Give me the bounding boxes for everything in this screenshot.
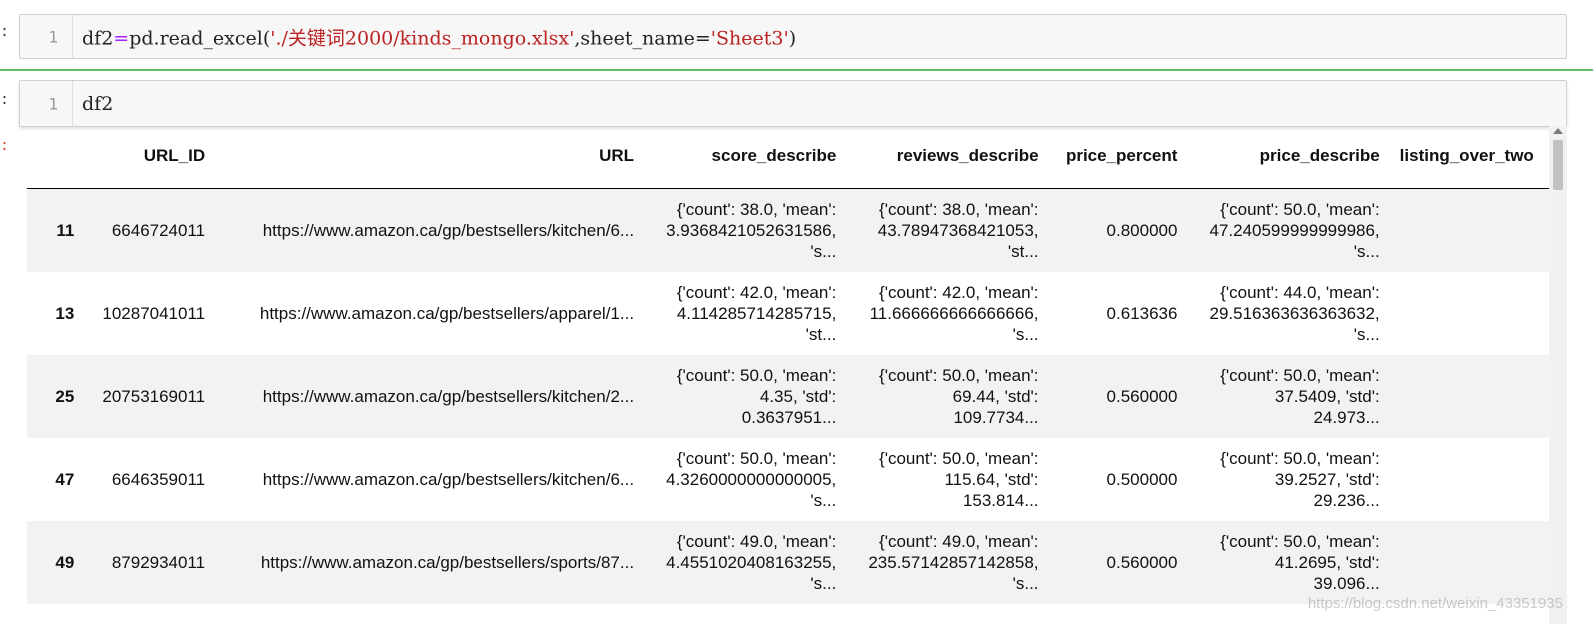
- cell-url: https://www.amazon.ca/gp/bestsellers/app…: [259, 304, 635, 323]
- line-gutter: 1: [20, 15, 73, 58]
- cell-url: https://www.amazon.ca/gp/bestsellers/kit…: [215, 355, 645, 438]
- column-header: reviews_describe: [846, 124, 1049, 189]
- watermark: https://blog.csdn.net/weixin_43351935: [1307, 595, 1563, 612]
- cell-reviews-describe: {'count': 50.0, 'mean': 115.64, 'std': 1…: [879, 449, 1039, 510]
- code-token-string: 'Sheet3': [710, 27, 789, 49]
- cell-listing-over-two: [1389, 521, 1549, 604]
- cell-url: https://www.amazon.ca/gp/bestsellers/kit…: [262, 470, 635, 489]
- table-header-row: URL_ID URL score_describe reviews_descri…: [27, 124, 1549, 189]
- cell-price-percent: 0.800000: [1048, 188, 1188, 272]
- cell-prompt: :: [0, 24, 10, 41]
- code-token-string: './关键词2000/kinds_mongo.xlsx': [270, 27, 575, 49]
- cell-url: https://www.amazon.ca/gp/bestsellers/kit…: [215, 188, 645, 272]
- table-row: 47 6646359011 https://www.amazon.ca/gp/b…: [27, 438, 1549, 521]
- table-row: 13 10287041011 https://www.amazon.ca/gp/…: [27, 272, 1549, 355]
- output-prompt: :: [0, 138, 10, 155]
- code-cell-2[interactable]: : 1 df2 : URL_ID URL score_describe revi…: [0, 72, 1593, 624]
- column-header: price_describe: [1187, 124, 1390, 189]
- cell-price-percent: 0.500000: [1106, 470, 1178, 489]
- cell-price-describe: {'count': 50.0, 'mean': 47.2405999999999…: [1187, 188, 1390, 272]
- dataframe-output: URL_ID URL score_describe reviews_descri…: [27, 124, 1549, 624]
- cell-price-percent: 0.613636: [1106, 304, 1178, 323]
- cell-price-percent: 0.560000: [1048, 521, 1188, 604]
- code-editor[interactable]: 1 df2: [19, 80, 1567, 127]
- code-token-kwarg: ,sheet_name=: [574, 27, 711, 49]
- line-number: 1: [48, 27, 58, 46]
- cell-listing-over-two: [1390, 272, 1549, 355]
- cell-score-describe: {'count': 42.0, 'mean': 4.11428571428571…: [676, 283, 837, 344]
- cell-listing-over-two: [1389, 188, 1549, 272]
- cell-price-describe: {'count': 50.0, 'mean': 37.5409, 'std': …: [1187, 355, 1390, 438]
- cell-score-describe: {'count': 49.0, 'mean': 4.45510204081632…: [644, 521, 847, 604]
- line-number: 1: [48, 94, 58, 113]
- code-line[interactable]: df2: [82, 93, 113, 115]
- cell-reviews-describe: {'count': 49.0, 'mean': 235.571428571428…: [846, 521, 1049, 604]
- code-token-var: df2: [82, 27, 114, 49]
- cell-listing-over-two: [1389, 355, 1549, 438]
- cell-score-describe: {'count': 38.0, 'mean': 3.93684210526315…: [644, 188, 847, 272]
- cell-price-describe: {'count': 50.0, 'mean': 39.2527, 'std': …: [1220, 449, 1380, 510]
- column-header: URL: [215, 124, 645, 189]
- code-cell-1[interactable]: : 1 df2=pd.read_excel('./关键词2000/kinds_m…: [0, 0, 1593, 70]
- cell-url-id: 20753169011: [84, 355, 216, 438]
- cell-url-id: 6646359011: [111, 470, 206, 489]
- table-row: 11 6646724011 https://www.amazon.ca/gp/b…: [27, 188, 1549, 272]
- code-line[interactable]: df2=pd.read_excel('./关键词2000/kinds_mongo…: [82, 23, 796, 50]
- cell-price-describe: {'count': 50.0, 'mean': 41.2695, 'std': …: [1187, 521, 1390, 604]
- row-index: 13: [55, 304, 75, 323]
- line-gutter: 1: [20, 81, 73, 126]
- code-editor[interactable]: 1 df2=pd.read_excel('./关键词2000/kinds_mon…: [19, 14, 1567, 59]
- code-token-call: pd.read_excel(: [129, 27, 271, 49]
- column-header: price_percent: [1048, 124, 1188, 189]
- code-token-paren: ): [788, 27, 797, 49]
- dataframe-table: URL_ID URL score_describe reviews_descri…: [27, 124, 1549, 604]
- table-row: 49 8792934011 https://www.amazon.ca/gp/b…: [27, 521, 1549, 604]
- column-header: score_describe: [644, 124, 847, 189]
- output-scrollbar[interactable]: [1549, 126, 1567, 624]
- cell-url: https://www.amazon.ca/gp/bestsellers/spo…: [215, 521, 645, 604]
- cell-prompt: :: [0, 92, 10, 109]
- column-header: listing_over_two: [1389, 124, 1549, 189]
- row-index: 49: [27, 521, 85, 604]
- cell-reviews-describe: {'count': 42.0, 'mean': 11.6666666666666…: [869, 283, 1039, 344]
- code-token-operator: =: [113, 27, 130, 49]
- cell-score-describe: {'count': 50.0, 'mean': 4.32600000000000…: [666, 449, 837, 510]
- cell-price-percent: 0.560000: [1048, 355, 1188, 438]
- cell-score-describe: {'count': 50.0, 'mean': 4.35, 'std': 0.3…: [644, 355, 847, 438]
- cell-divider: [0, 69, 1593, 71]
- column-header: [27, 124, 85, 189]
- cell-reviews-describe: {'count': 38.0, 'mean': 43.7894736842105…: [846, 188, 1049, 272]
- row-index: 11: [27, 188, 85, 272]
- scrollbar-thumb[interactable]: [1553, 140, 1563, 190]
- cell-url-id: 6646724011: [84, 188, 216, 272]
- row-index: 47: [55, 470, 75, 489]
- cell-price-describe: {'count': 44.0, 'mean': 29.5163636363636…: [1209, 283, 1380, 344]
- cell-url-id: 8792934011: [84, 521, 216, 604]
- table-row: 25 20753169011 https://www.amazon.ca/gp/…: [27, 355, 1549, 438]
- cell-reviews-describe: {'count': 50.0, 'mean': 69.44, 'std': 10…: [846, 355, 1049, 438]
- row-index: 25: [27, 355, 85, 438]
- cell-url-id: 10287041011: [102, 304, 206, 323]
- column-header: URL_ID: [84, 124, 216, 189]
- scroll-up-arrow-icon[interactable]: [1553, 128, 1563, 134]
- cell-listing-over-two: [1390, 438, 1549, 521]
